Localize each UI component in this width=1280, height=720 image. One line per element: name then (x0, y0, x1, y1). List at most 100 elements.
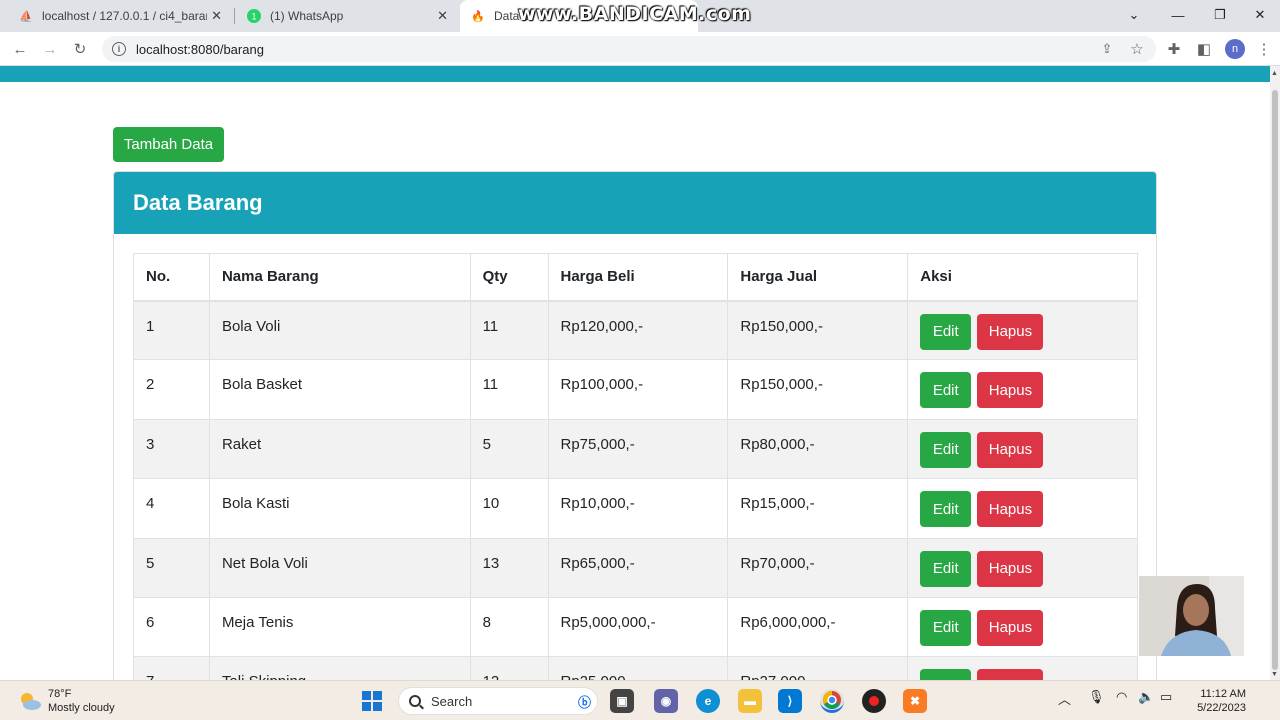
edit-button[interactable]: Edit (920, 669, 972, 680)
delete-button[interactable]: Hapus (977, 609, 1044, 646)
cell-nama: Bola Basket (208, 359, 471, 420)
delete-button[interactable]: Hapus (977, 550, 1044, 587)
edit-button[interactable]: Edit (920, 313, 972, 350)
table-row: 2 Bola Basket 11 Rp100,000,- Rp150,000,-… (133, 359, 1138, 420)
cell-aksi: Edit Hapus (907, 537, 1138, 598)
extensions-puzzle-icon[interactable]: ✚ (1162, 37, 1186, 61)
scroll-down-icon[interactable]: ▼ (1271, 671, 1278, 678)
add-data-button[interactable]: Tambah Data (113, 127, 224, 162)
data-table: No. Nama Barang Qty Harga Beli Harga Jua… (133, 253, 1138, 680)
page-scrollbar[interactable]: ▲ ▼ (1270, 66, 1280, 680)
menu-kebab-icon[interactable]: ⋮ (1252, 37, 1276, 61)
cell-qty: 8 (469, 596, 549, 658)
bookmark-star-icon[interactable]: ☆ (1125, 37, 1149, 61)
edit-button[interactable]: Edit (920, 609, 972, 646)
share-icon[interactable]: ⇪ (1095, 37, 1119, 61)
cell-harga-beli: Rp120,000,- (547, 299, 729, 361)
cell-no: 5 (133, 537, 210, 598)
delete-button[interactable]: Hapus (977, 669, 1044, 680)
table-wrapper: No. Nama Barang Qty Harga Beli Harga Jua… (133, 253, 1138, 680)
bandicam-record-icon[interactable] (862, 689, 886, 713)
webcam-overlay (1139, 576, 1244, 656)
cell-aksi: Edit Hapus (907, 299, 1138, 361)
cell-no: 6 (133, 596, 210, 658)
table-row: 4 Bola Kasti 10 Rp10,000,- Rp15,000,- Ed… (133, 478, 1138, 539)
cell-nama: Bola Kasti (208, 478, 471, 539)
cell-harga-jual: Rp80,000,- (727, 418, 909, 480)
cell-harga-beli: Rp65,000,- (547, 537, 729, 598)
table-row: 6 Meja Tenis 8 Rp5,000,000,- Rp6,000,000… (133, 596, 1138, 658)
windows-start-icon[interactable] (362, 691, 382, 711)
cell-harga-beli: Rp75,000,- (547, 418, 729, 480)
cell-qty: 12 (469, 656, 549, 680)
browser-toolbar: ← → ↻ i localhost:8080/barang ⇪ ☆ ✚ ◧ n … (0, 32, 1280, 66)
clock-date: 5/22/2023 (1197, 702, 1246, 714)
delete-button[interactable]: Hapus (977, 431, 1044, 468)
col-header-qty: Qty (469, 253, 549, 302)
windows-taskbar: 78°F Mostly cloudy Search ⓑ ▣ ◉ e ▬ ⟩ ✖ … (0, 680, 1280, 720)
tab-whatsapp[interactable]: 1 (1) WhatsApp ✕ (236, 0, 458, 32)
cell-no: 4 (133, 478, 210, 539)
browser-tab-bar: ⛵ localhost / 127.0.0.1 / ci4_barang ✕ 1… (0, 0, 1280, 32)
restore-icon[interactable]: ❐ (1200, 0, 1240, 30)
cell-qty: 5 (469, 418, 549, 480)
task-view-icon[interactable]: ▣ (610, 689, 634, 713)
scroll-up-icon[interactable]: ▲ (1271, 70, 1278, 77)
window-close-icon[interactable]: ✕ (1240, 0, 1280, 30)
card-header: Data Barang (114, 172, 1156, 234)
tab-separator (234, 8, 235, 24)
tab-search-chevron-icon[interactable]: ⌄ (1114, 0, 1154, 30)
vscode-icon[interactable]: ⟩ (778, 689, 802, 713)
taskbar-search[interactable]: Search ⓑ (398, 687, 598, 715)
teams-chat-icon[interactable]: ◉ (654, 689, 678, 713)
weather-temp: 78°F (48, 688, 72, 700)
side-panel-icon[interactable]: ◧ (1192, 37, 1216, 61)
col-header-harga-jual: Harga Jual (727, 253, 909, 302)
tab-phpmyadmin[interactable]: ⛵ localhost / 127.0.0.1 / ci4_barang ✕ (8, 0, 232, 32)
forward-arrow-icon[interactable]: → (38, 37, 62, 61)
file-explorer-icon[interactable]: ▬ (738, 689, 762, 713)
system-clock[interactable]: 11:12 AM 5/22/2023 (1197, 687, 1246, 715)
minimize-icon[interactable]: — (1158, 0, 1198, 30)
cell-nama: Net Bola Voli (208, 537, 471, 598)
cell-harga-jual: Rp27,000 (727, 656, 909, 680)
address-bar[interactable]: i localhost:8080/barang (102, 36, 1156, 62)
wifi-icon[interactable]: ◠ (1116, 689, 1127, 705)
delete-button[interactable]: Hapus (977, 491, 1044, 528)
back-arrow-icon[interactable]: ← (8, 37, 32, 61)
delete-button[interactable]: Hapus (977, 313, 1044, 350)
partly-cloudy-icon (18, 691, 42, 711)
edge-icon[interactable]: e (696, 689, 720, 713)
edit-button[interactable]: Edit (920, 372, 972, 409)
close-icon[interactable]: ✕ (211, 8, 222, 24)
edit-button[interactable]: Edit (920, 431, 972, 468)
chrome-icon[interactable] (820, 689, 844, 713)
close-icon[interactable]: ✕ (437, 8, 448, 24)
cell-no: 2 (133, 359, 210, 420)
cell-aksi: Edit Hapus (907, 596, 1138, 658)
clock-time: 11:12 AM (1200, 688, 1246, 700)
col-header-nama: Nama Barang (208, 253, 471, 302)
table-header-row: No. Nama Barang Qty Harga Beli Harga Jua… (133, 253, 1138, 302)
tray-chevron-icon[interactable]: ︿ (1058, 689, 1071, 708)
scrollbar-thumb[interactable] (1272, 90, 1278, 670)
edit-button[interactable]: Edit (920, 491, 972, 528)
site-info-icon[interactable]: i (112, 42, 126, 56)
cell-harga-beli: Rp100,000,- (547, 359, 729, 420)
codeigniter-icon: 🔥 (471, 10, 485, 23)
bandicam-watermark: www.BANDICAM.com (518, 3, 752, 25)
reload-icon[interactable]: ↻ (68, 37, 92, 61)
volume-icon[interactable]: 🔈 (1138, 689, 1154, 705)
edit-button[interactable]: Edit (920, 550, 972, 587)
profile-avatar[interactable]: n (1225, 39, 1245, 59)
battery-icon[interactable]: ▭ (1160, 689, 1172, 705)
cell-harga-jual: Rp6,000,000,- (727, 596, 909, 658)
phpmyadmin-icon: ⛵ (19, 10, 33, 23)
weather-widget[interactable]: 78°F Mostly cloudy (18, 687, 115, 715)
page-viewport: Tambah Data Data Barang No. Nama Barang … (0, 66, 1270, 680)
microphone-icon[interactable]: 🎙 (1088, 689, 1105, 705)
xampp-icon[interactable]: ✖ (903, 689, 927, 713)
delete-button[interactable]: Hapus (977, 372, 1044, 409)
cell-harga-jual: Rp15,000,- (727, 478, 909, 539)
cell-aksi: Edit Hapus (907, 418, 1138, 480)
